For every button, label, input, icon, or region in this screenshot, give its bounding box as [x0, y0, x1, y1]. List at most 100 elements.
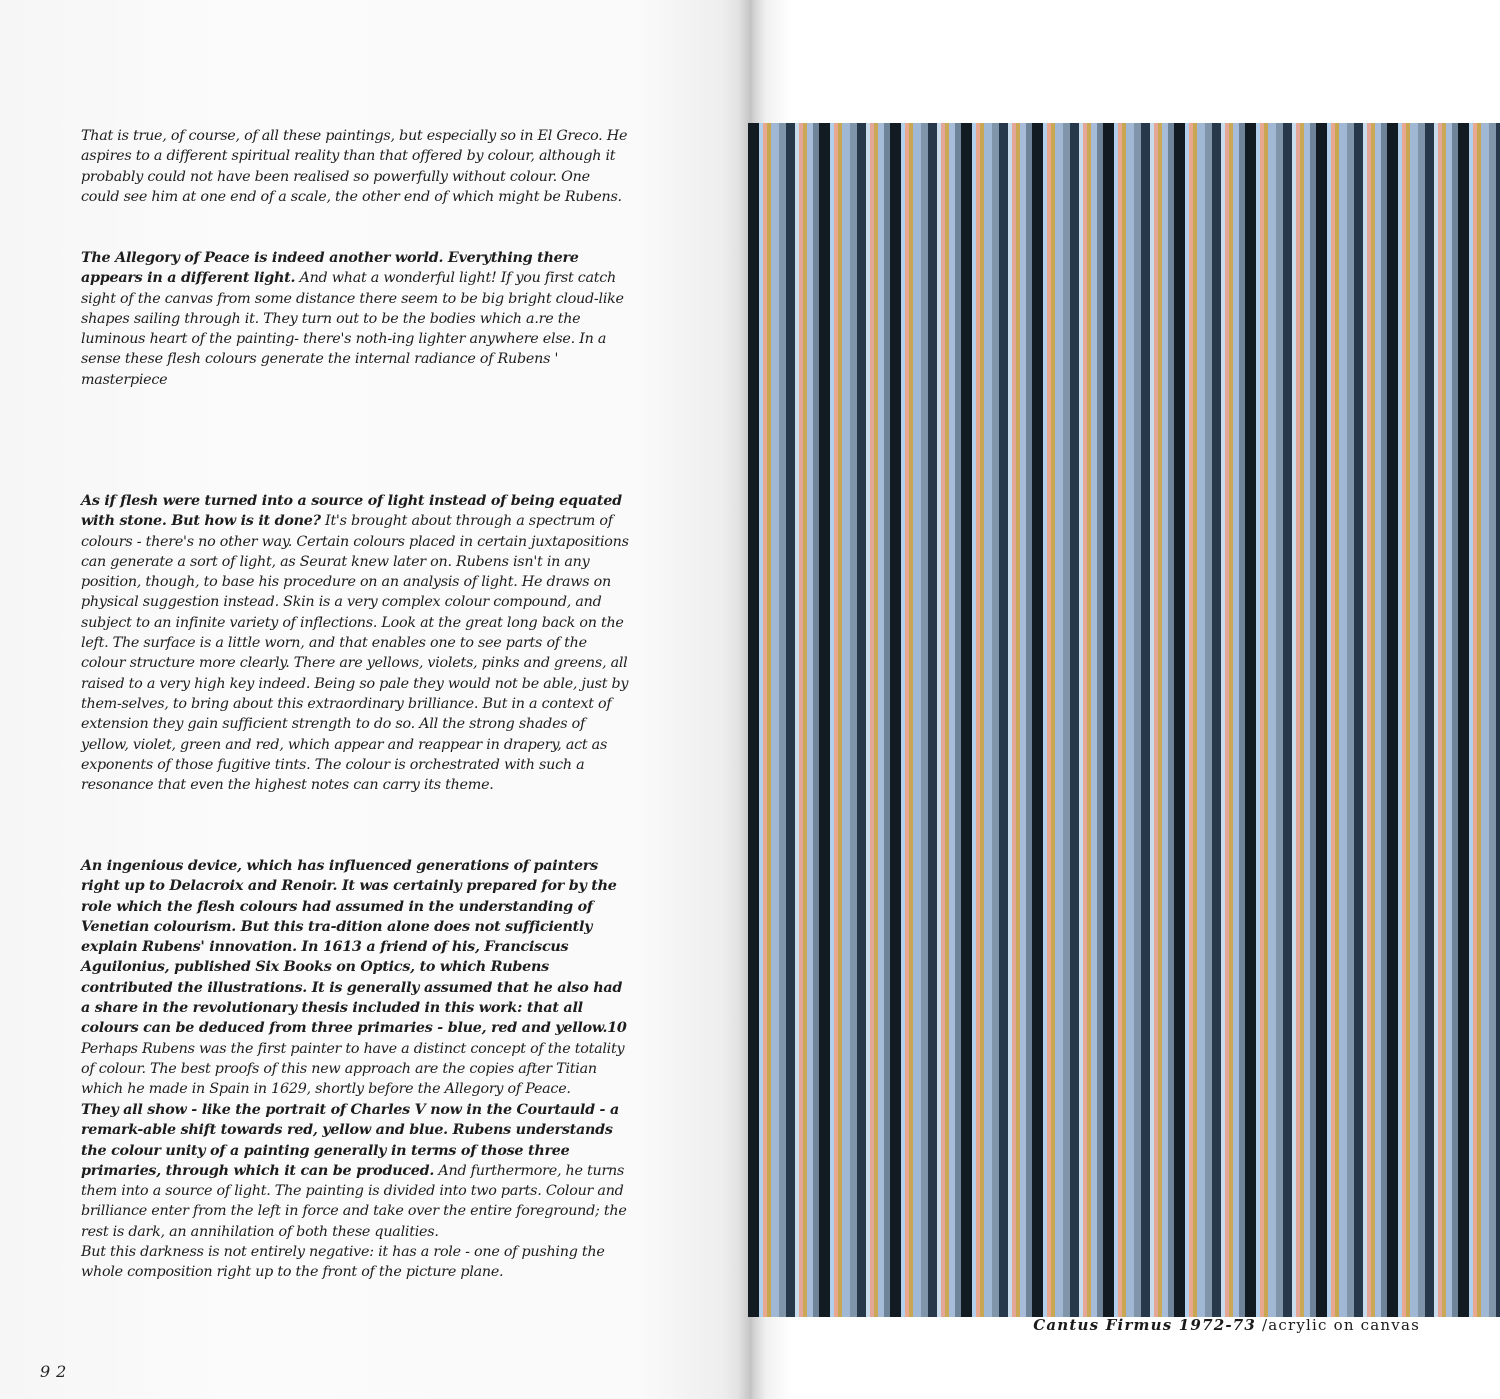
stripe	[1489, 123, 1497, 1317]
stripe	[1402, 123, 1407, 1317]
stripe	[1296, 123, 1301, 1317]
stripe	[834, 123, 839, 1317]
stripe	[1118, 123, 1123, 1317]
stripe	[1300, 123, 1305, 1317]
stripe	[1197, 123, 1206, 1317]
stripe	[1103, 123, 1115, 1317]
paragraph-ingenious-device: An ingenious device, which has influence…	[81, 856, 631, 1100]
stripe	[980, 123, 985, 1317]
stripe	[779, 123, 787, 1317]
stripe	[1469, 123, 1474, 1317]
stripe	[803, 123, 808, 1317]
stripe	[955, 123, 962, 1317]
painting-cantus-firmus	[748, 123, 1500, 1317]
stripe	[1496, 123, 1500, 1317]
stripe	[1458, 123, 1470, 1317]
stripe	[1363, 123, 1368, 1317]
stripe	[1020, 123, 1027, 1317]
paragraph-they-all-show: They all show - like the portrait of Cha…	[81, 1100, 631, 1283]
stripe	[870, 123, 875, 1317]
stripe	[1310, 123, 1317, 1317]
stripe	[1212, 123, 1222, 1317]
stripe	[1446, 123, 1453, 1317]
stripe	[1008, 123, 1013, 1317]
stripe	[874, 123, 879, 1317]
stripe	[838, 123, 843, 1317]
stripe	[928, 123, 938, 1317]
page-number: 92	[40, 1362, 73, 1381]
paragraph-body: And what a wonderful light! If you first…	[81, 270, 624, 388]
stripe	[1229, 123, 1234, 1317]
stripe	[890, 123, 902, 1317]
stripe	[1481, 123, 1490, 1317]
stripe	[961, 123, 973, 1317]
stripe	[1381, 123, 1388, 1317]
stripe	[984, 123, 993, 1317]
paragraph-body-continued: But this darkness is not entirely negati…	[81, 1244, 605, 1281]
stripe	[949, 123, 956, 1317]
stripe	[786, 123, 796, 1317]
stripe	[1051, 123, 1056, 1317]
artwork-caption: Cantus Firmus 1972-73 /acrylic on canvas	[1033, 1316, 1420, 1334]
stripe	[1079, 123, 1084, 1317]
stripe	[1452, 123, 1459, 1317]
stripe	[945, 123, 950, 1317]
stripe	[767, 123, 772, 1317]
stripe	[1063, 123, 1071, 1317]
book-spread: That is true, of course, of all these pa…	[0, 0, 1500, 1399]
stripe	[913, 123, 922, 1317]
stripe	[1406, 123, 1411, 1317]
stripe	[1205, 123, 1213, 1317]
stripe	[1162, 123, 1169, 1317]
stripe	[1233, 123, 1240, 1317]
paragraph-body: Perhaps Rubens was the first painter to …	[81, 1040, 625, 1098]
stripe	[1158, 123, 1163, 1317]
stripe	[1114, 123, 1119, 1317]
stripe	[1335, 123, 1340, 1317]
paragraph-allegory: The Allegory of Peace is indeed another …	[81, 248, 631, 390]
stripe	[921, 123, 929, 1317]
stripe	[830, 123, 835, 1317]
stripe	[992, 123, 1000, 1317]
stripe	[1012, 123, 1017, 1317]
stripe	[1283, 123, 1293, 1317]
left-page: That is true, of course, of all these pa…	[0, 0, 752, 1399]
stripe	[1292, 123, 1297, 1317]
stripe	[1398, 123, 1403, 1317]
stripe	[878, 123, 885, 1317]
stripe	[850, 123, 858, 1317]
stripe	[1264, 123, 1269, 1317]
stripe	[763, 123, 768, 1317]
stripe	[884, 123, 891, 1317]
stripe-pattern	[748, 123, 1500, 1317]
stripe	[1367, 123, 1372, 1317]
stripe	[1245, 123, 1257, 1317]
stripe	[1371, 123, 1376, 1317]
stripe	[1122, 123, 1127, 1317]
stripe	[1134, 123, 1142, 1317]
stripe	[1268, 123, 1277, 1317]
stripe	[972, 123, 977, 1317]
stripe	[941, 123, 946, 1317]
stripe	[1185, 123, 1190, 1317]
stripe	[1276, 123, 1284, 1317]
stripe	[1091, 123, 1098, 1317]
stripe	[976, 123, 981, 1317]
paragraph-lead: An ingenious device, which has influence…	[81, 858, 627, 1037]
stripe	[1438, 123, 1443, 1317]
stripe	[1193, 123, 1198, 1317]
stripe	[1473, 123, 1478, 1317]
stripe	[1260, 123, 1265, 1317]
stripe	[1221, 123, 1226, 1317]
stripe	[1354, 123, 1364, 1317]
paragraph-body: That is true, of course, of all these pa…	[81, 128, 628, 205]
stripe	[1083, 123, 1088, 1317]
stripe	[1168, 123, 1175, 1317]
stripe	[1442, 123, 1447, 1317]
stripe	[1126, 123, 1135, 1317]
stripe	[1141, 123, 1151, 1317]
stripe	[1339, 123, 1348, 1317]
stripe	[1174, 123, 1186, 1317]
stripe	[1097, 123, 1104, 1317]
stripe	[1239, 123, 1246, 1317]
